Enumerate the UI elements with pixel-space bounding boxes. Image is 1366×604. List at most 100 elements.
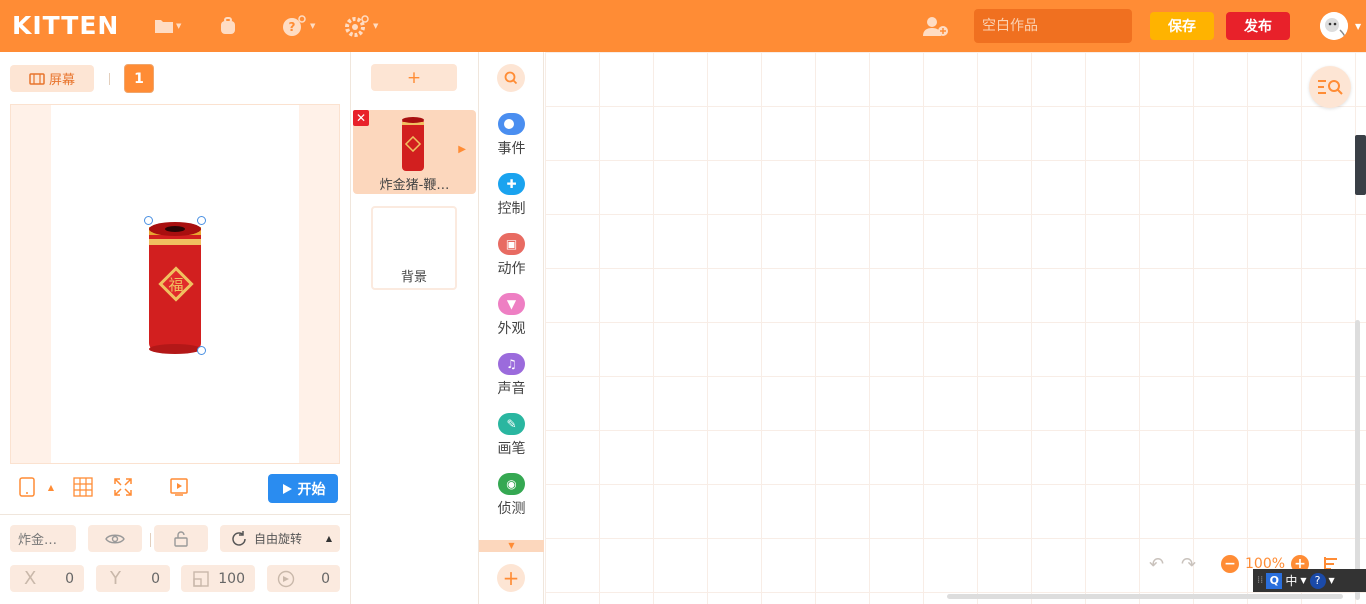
rotation-mode-select[interactable]: 自由旋转 ▲ xyxy=(220,525,340,552)
direction-icon xyxy=(277,570,295,587)
chevron-down-icon: ▼ xyxy=(310,22,316,30)
category-label: 控制 xyxy=(497,201,526,217)
size-field[interactable]: 100 xyxy=(181,565,255,592)
pen-icon: ✎ xyxy=(498,413,525,435)
play-screen-icon xyxy=(170,478,188,496)
screen-button[interactable]: 屏幕 xyxy=(10,65,94,92)
category-looks[interactable]: ▼ 外观 xyxy=(479,293,544,345)
sprite-scale-handle[interactable] xyxy=(197,346,206,355)
publish-button[interactable]: 发布 xyxy=(1226,12,1290,40)
stage-panel: 屏幕 1 福 ▲ 开始 炸金… 自由旋转 ▲ X 0 Y 0 100 0 xyxy=(0,52,351,604)
sound-icon: ♫ xyxy=(498,353,525,375)
stage-sprite-firecracker[interactable]: 福 xyxy=(147,219,205,359)
block-search-button[interactable] xyxy=(497,64,525,92)
code-search-button[interactable] xyxy=(1309,66,1351,108)
delete-icon[interactable]: ✕ xyxy=(353,110,369,126)
sprite-resize-handle[interactable] xyxy=(144,216,153,225)
fullscreen-button[interactable] xyxy=(112,476,134,498)
lock-toggle[interactable] xyxy=(154,525,208,552)
side-drawer-handle[interactable] xyxy=(1355,135,1366,195)
device-toggle-button[interactable] xyxy=(16,476,38,498)
expand-icon xyxy=(114,478,132,496)
y-label: Y xyxy=(110,568,121,589)
chevron-down-icon[interactable]: ▼ xyxy=(1355,22,1361,31)
drag-handle-icon[interactable]: ⁞⁞ xyxy=(1257,575,1263,586)
x-field[interactable]: X 0 xyxy=(10,565,84,592)
collaborate-button[interactable] xyxy=(922,14,948,38)
category-label: 事件 xyxy=(497,141,526,157)
visibility-toggle[interactable] xyxy=(88,525,142,552)
app-logo: KITTEN xyxy=(12,11,120,40)
redo-icon[interactable]: ↷ xyxy=(1181,554,1196,575)
event-icon xyxy=(498,113,525,135)
block-category-bar: 事件 ✚ 控制 ▣ 动作 ▼ 外观 ♫ 声音 ✎ 画笔 ◉ 侦测 ▼ + xyxy=(479,52,544,604)
work-title-input[interactable] xyxy=(974,9,1132,43)
ime-toolbar[interactable]: ⁞⁞ Q 中 ▼ ? ▼ xyxy=(1253,569,1366,592)
search-icon xyxy=(504,71,518,85)
sprite-name: 炸金猪-鞭… xyxy=(379,178,450,193)
category-event[interactable]: 事件 xyxy=(479,113,544,165)
svg-text:?: ? xyxy=(289,20,296,34)
backpack-button[interactable] xyxy=(218,14,238,38)
ime-logo-icon: Q xyxy=(1266,572,1283,589)
category-pen[interactable]: ✎ 画笔 xyxy=(479,413,544,465)
preview-button[interactable] xyxy=(168,476,190,498)
category-sound[interactable]: ♫ 声音 xyxy=(479,353,544,405)
stage-canvas[interactable]: 福 xyxy=(51,105,299,463)
save-button[interactable]: 保存 xyxy=(1150,12,1214,40)
category-label: 画笔 xyxy=(497,441,526,457)
y-value: 0 xyxy=(151,570,160,587)
screen-icon xyxy=(29,72,45,85)
chevron-right-icon[interactable]: ▶ xyxy=(458,144,466,155)
category-label: 声音 xyxy=(497,381,526,397)
chevron-up-icon: ▲ xyxy=(325,534,332,543)
chevron-up-icon[interactable]: ▲ xyxy=(40,476,62,498)
category-label: 动作 xyxy=(497,261,526,277)
chevron-down-icon: ▼ xyxy=(373,22,379,30)
sprite-panel: + ✕ ▶ 炸金猪-鞭… 背景 xyxy=(351,52,479,604)
direction-field[interactable]: 0 xyxy=(267,565,340,592)
grid-toggle-button[interactable] xyxy=(72,476,94,498)
add-sprite-button[interactable]: + xyxy=(371,64,457,91)
sprite-name-field[interactable]: 炸金… xyxy=(10,525,76,552)
category-sensing[interactable]: ◉ 侦测 xyxy=(479,473,544,525)
size-icon xyxy=(193,570,209,587)
category-motion[interactable]: ▣ 动作 xyxy=(479,233,544,285)
background-label: 背景 xyxy=(400,270,427,285)
code-workspace[interactable]: ↶ ↷ − 100% + xyxy=(545,52,1366,604)
vertical-scrollbar[interactable] xyxy=(1355,320,1360,600)
user-avatar-icon xyxy=(1320,12,1348,40)
sprite-rotate-handle[interactable] xyxy=(197,216,206,225)
sprite-card[interactable]: ✕ ▶ 炸金猪-鞭… xyxy=(353,110,476,194)
zoom-out-button[interactable]: − xyxy=(1221,555,1239,573)
unlock-icon xyxy=(174,530,188,547)
y-field[interactable]: Y 0 xyxy=(96,565,170,592)
chevron-down-icon[interactable]: ▼ xyxy=(1329,576,1335,585)
start-button[interactable]: 开始 xyxy=(268,474,338,503)
grid-icon xyxy=(73,477,93,497)
category-control[interactable]: ✚ 控制 xyxy=(479,173,544,225)
category-label: 外观 xyxy=(497,321,526,337)
firecracker-image: 福 xyxy=(149,222,201,354)
help-menu[interactable]: ? ▼ xyxy=(282,14,315,38)
add-extension-button[interactable]: + xyxy=(497,564,525,592)
sensing-icon: ◉ xyxy=(498,473,525,495)
start-label: 开始 xyxy=(297,481,326,498)
page-number-button[interactable]: 1 xyxy=(124,64,154,93)
x-value: 0 xyxy=(65,570,74,587)
help-icon[interactable]: ? xyxy=(1309,572,1326,589)
settings-menu[interactable]: ▼ xyxy=(345,14,378,38)
avatar[interactable] xyxy=(1320,12,1348,40)
undo-icon[interactable]: ↶ xyxy=(1149,554,1164,575)
ime-language[interactable]: 中 xyxy=(1285,572,1297,589)
gear-icon xyxy=(345,15,369,37)
background-card[interactable]: 背景 xyxy=(371,206,457,290)
chevron-down-icon[interactable]: ▼ xyxy=(1300,576,1306,585)
file-menu[interactable]: ▼ xyxy=(154,14,181,38)
more-categories-button[interactable]: ▼ xyxy=(479,540,544,552)
add-user-icon xyxy=(923,17,948,36)
tablet-icon xyxy=(19,477,35,497)
help-icon: ? xyxy=(283,15,306,36)
size-value: 100 xyxy=(218,570,245,587)
horizontal-scrollbar[interactable] xyxy=(947,594,1343,599)
